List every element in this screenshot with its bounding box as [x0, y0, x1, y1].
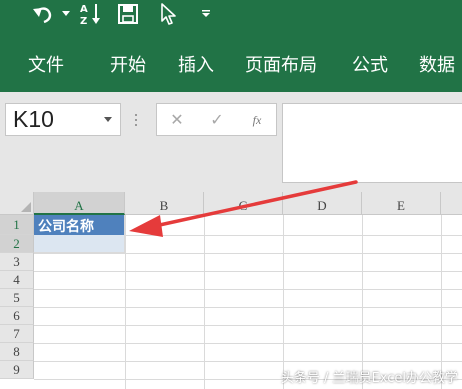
- chevron-down-icon[interactable]: [104, 117, 112, 122]
- tab-home[interactable]: 开始: [110, 50, 146, 82]
- cell-a1-text: 公司名称: [38, 219, 94, 235]
- enter-icon[interactable]: ✓: [207, 111, 227, 129]
- tab-formulas[interactable]: 公式: [352, 50, 388, 82]
- chevron-down-icon: [62, 11, 70, 16]
- tab-file[interactable]: 文件: [28, 50, 64, 82]
- worksheet-grid: A B C D E 1 2 3 4 5 6 7 8 9 公司名称: [0, 192, 462, 389]
- tab-page-layout[interactable]: 页面布局: [245, 50, 317, 82]
- name-box[interactable]: K10: [5, 103, 121, 136]
- sort-az-icon: A Z: [80, 4, 100, 26]
- undo-icon: [33, 7, 52, 24]
- undo-dropdown-button[interactable]: [60, 0, 72, 28]
- tab-data[interactable]: 数据: [419, 50, 455, 82]
- pointer-button[interactable]: [156, 0, 182, 28]
- ribbon-tabs: 文件 开始 插入 页面布局 公式 数据: [0, 40, 462, 92]
- undo-button[interactable]: [28, 0, 58, 28]
- pointer-icon: [161, 3, 176, 25]
- customize-toolbar-button[interactable]: [198, 0, 214, 28]
- formula-bar: K10 ✕ ✓ fx: [0, 92, 462, 192]
- tab-insert[interactable]: 插入: [178, 50, 214, 82]
- svg-text:Z: Z: [80, 16, 87, 26]
- save-icon: [118, 4, 138, 24]
- formula-bar-grip[interactable]: [134, 114, 138, 128]
- quick-access-toolbar: A Z: [0, 0, 462, 40]
- formula-input[interactable]: [282, 103, 462, 183]
- watermark: 头条号 / 兰瑞员Excel办公教学: [280, 371, 458, 386]
- cancel-icon[interactable]: ✕: [167, 111, 187, 129]
- insert-function-icon[interactable]: fx: [247, 111, 267, 129]
- name-box-value: K10: [13, 106, 54, 132]
- sort-button[interactable]: A Z: [78, 0, 104, 28]
- formula-bar-buttons: ✕ ✓ fx: [156, 103, 277, 136]
- svg-text:A: A: [80, 4, 88, 15]
- cell-a2[interactable]: [34, 235, 125, 253]
- chevron-down-icon: [202, 10, 210, 17]
- save-button[interactable]: [114, 0, 142, 28]
- cell-a1[interactable]: 公司名称: [34, 215, 125, 235]
